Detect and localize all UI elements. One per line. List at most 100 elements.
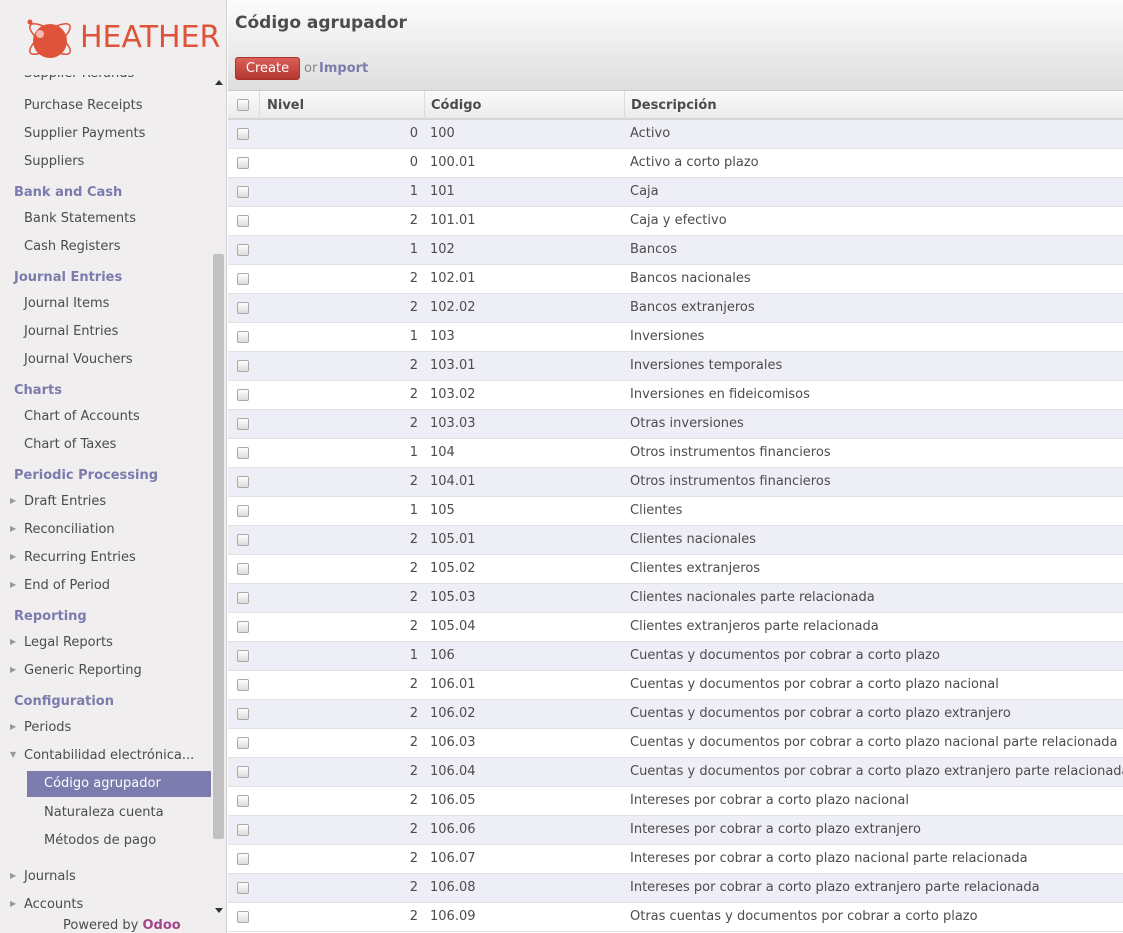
column-header-codigo[interactable]: Código	[431, 98, 481, 113]
cell-nivel: 2	[409, 851, 418, 866]
table-row[interactable]: 1 105 Clientes	[228, 497, 1123, 526]
cell-codigo: 106.01	[430, 677, 476, 692]
row-checkbox[interactable]	[237, 302, 249, 314]
logo[interactable]: HEATHER	[0, 0, 226, 75]
cell-nivel: 2	[409, 764, 418, 779]
table-row[interactable]: 2 106.09 Otras cuentas y documentos por co…	[228, 903, 1123, 932]
row-checkbox[interactable]	[237, 360, 249, 372]
row-checkbox[interactable]	[237, 563, 249, 575]
odoo-link[interactable]: Odoo	[142, 918, 180, 933]
cell-codigo: 101	[430, 184, 455, 199]
row-checkbox[interactable]	[237, 186, 249, 198]
table-row[interactable]: 1 106 Cuentas y documentos por cobrar a co…	[228, 642, 1123, 671]
page-title: Código agrupador	[235, 13, 407, 33]
create-button[interactable]: Create	[235, 57, 300, 80]
cell-descripcion: Otras inversiones	[630, 416, 744, 431]
cell-codigo: 106.08	[430, 880, 476, 895]
table-row[interactable]: 2 106.05 Intereses por cobrar a corto plaz…	[228, 787, 1123, 816]
column-header-nivel[interactable]: Nivel	[267, 98, 304, 113]
table-row[interactable]: 2 106.06 Intereses por cobrar a corto plaz…	[228, 816, 1123, 845]
sidebar-item-codigo-agrupador[interactable]: Código agrupador	[27, 771, 211, 797]
row-checkbox[interactable]	[237, 882, 249, 894]
sidebar-item-accounts[interactable]: ▶ Accounts	[10, 897, 83, 912]
table-row[interactable]: 1 104 Otros instrumentos financieros	[228, 439, 1123, 468]
row-checkbox[interactable]	[237, 447, 249, 459]
cell-descripcion: Inversiones temporales	[630, 358, 783, 373]
row-checkbox[interactable]	[237, 853, 249, 865]
table-row[interactable]: 1 101 Caja	[228, 178, 1123, 207]
table-row[interactable]: 2 104.01 Otros instrumentos financieros	[228, 468, 1123, 497]
sidebar-item-metodos-de-pago[interactable]: Métodos de pago	[44, 833, 156, 848]
sidebar-item-supplier-payments[interactable]: Supplier Payments	[24, 126, 145, 141]
row-checkbox[interactable]	[237, 244, 249, 256]
row-checkbox[interactable]	[237, 505, 249, 517]
table-row[interactable]: 2 105.03 Clientes nacionales parte relacio…	[228, 584, 1123, 613]
sidebar-item-suppliers[interactable]: Suppliers	[24, 154, 84, 169]
row-checkbox[interactable]	[237, 911, 249, 923]
sidebar-item-contabilidad-electronica[interactable]: ▼ Contabilidad electrónica...	[10, 748, 194, 763]
sidebar-item-journal-entries[interactable]: Journal Entries	[24, 324, 118, 339]
sidebar-item-periods[interactable]: ▶ Periods	[10, 720, 71, 735]
table-row[interactable]: 2 105.04 Clientes extranjeros parte relaci…	[228, 613, 1123, 642]
table-row[interactable]: 2 106.01 Cuentas y documentos por cobrar a…	[228, 671, 1123, 700]
table-row[interactable]: 2 106.08 Intereses por cobrar a corto plaz…	[228, 874, 1123, 903]
row-checkbox[interactable]	[237, 128, 249, 140]
sidebar-item-legal-reports[interactable]: ▶ Legal Reports	[10, 635, 113, 650]
table-row[interactable]: 2 103.01 Inversiones temporales	[228, 352, 1123, 381]
row-checkbox[interactable]	[237, 157, 249, 169]
sidebar-item-recurring-entries[interactable]: ▶ Recurring Entries	[10, 550, 136, 565]
table-row[interactable]: 2 106.03 Cuentas y documentos por cobrar a…	[228, 729, 1123, 758]
row-checkbox[interactable]	[237, 418, 249, 430]
table-row[interactable]: 1 102 Bancos	[228, 236, 1123, 265]
row-checkbox[interactable]	[237, 592, 249, 604]
column-header-descripcion[interactable]: Descripción	[631, 98, 717, 113]
sidebar-scrollbar-thumb[interactable]	[213, 254, 224, 839]
row-checkbox[interactable]	[237, 215, 249, 227]
table-row[interactable]: 0 100.01 Activo a corto plazo	[228, 149, 1123, 178]
sidebar-item-draft-entries[interactable]: ▶ Draft Entries	[10, 494, 106, 509]
sidebar-item-journal-vouchers[interactable]: Journal Vouchers	[24, 352, 133, 367]
row-checkbox[interactable]	[237, 679, 249, 691]
table-row[interactable]: 2 105.02 Clientes extranjeros	[228, 555, 1123, 584]
sidebar-item-chart-of-accounts[interactable]: Chart of Accounts	[24, 409, 140, 424]
sidebar-item-journals[interactable]: ▶ Journals	[10, 869, 76, 884]
row-checkbox[interactable]	[237, 534, 249, 546]
table-row[interactable]: 2 102.02 Bancos extranjeros	[228, 294, 1123, 323]
row-checkbox[interactable]	[237, 795, 249, 807]
row-checkbox[interactable]	[237, 824, 249, 836]
sidebar-item-journal-items[interactable]: Journal Items	[24, 296, 109, 311]
row-checkbox[interactable]	[237, 650, 249, 662]
row-checkbox[interactable]	[237, 389, 249, 401]
row-checkbox[interactable]	[237, 766, 249, 778]
row-checkbox[interactable]	[237, 476, 249, 488]
table-row[interactable]: 1 103 Inversiones	[228, 323, 1123, 352]
table-row[interactable]: 2 106.04 Cuentas y documentos por cobrar a…	[228, 758, 1123, 787]
row-checkbox[interactable]	[237, 331, 249, 343]
row-checkbox[interactable]	[237, 737, 249, 749]
table-row[interactable]: 2 103.03 Otras inversiones	[228, 410, 1123, 439]
sidebar-item-label: Draft Entries	[24, 494, 107, 509]
sidebar-item-reconciliation[interactable]: ▶ Reconciliation	[10, 522, 115, 537]
cell-descripcion: Cuentas y documentos por cobrar a corto …	[630, 648, 940, 663]
scroll-down-arrow-icon[interactable]	[215, 908, 223, 913]
sidebar-item-chart-of-taxes[interactable]: Chart of Taxes	[24, 437, 116, 452]
scroll-up-arrow-icon[interactable]	[215, 80, 223, 85]
table-row[interactable]: 2 102.01 Bancos nacionales	[228, 265, 1123, 294]
table-row[interactable]: 2 103.02 Inversiones en fideicomisos	[228, 381, 1123, 410]
row-checkbox[interactable]	[237, 708, 249, 720]
row-checkbox[interactable]	[237, 273, 249, 285]
sidebar-item-bank-statements[interactable]: Bank Statements	[24, 211, 136, 226]
sidebar-item-generic-reporting[interactable]: ▶ Generic Reporting	[10, 663, 142, 678]
sidebar-item-purchase-receipts[interactable]: Purchase Receipts	[24, 98, 143, 113]
import-link[interactable]: Import	[319, 61, 368, 76]
select-all-checkbox[interactable]	[237, 99, 249, 111]
table-row[interactable]: 2 106.02 Cuentas y documentos por cobrar a…	[228, 700, 1123, 729]
sidebar-item-cash-registers[interactable]: Cash Registers	[24, 239, 120, 254]
table-row[interactable]: 2 106.07 Intereses por cobrar a corto plaz…	[228, 845, 1123, 874]
table-row[interactable]: 2 101.01 Caja y efectivo	[228, 207, 1123, 236]
sidebar-item-naturaleza-cuenta[interactable]: Naturaleza cuenta	[44, 805, 164, 820]
sidebar-item-end-of-period[interactable]: ▶ End of Period	[10, 578, 110, 593]
row-checkbox[interactable]	[237, 621, 249, 633]
table-row[interactable]: 0 100 Activo	[228, 120, 1123, 149]
table-row[interactable]: 2 105.01 Clientes nacionales	[228, 526, 1123, 555]
